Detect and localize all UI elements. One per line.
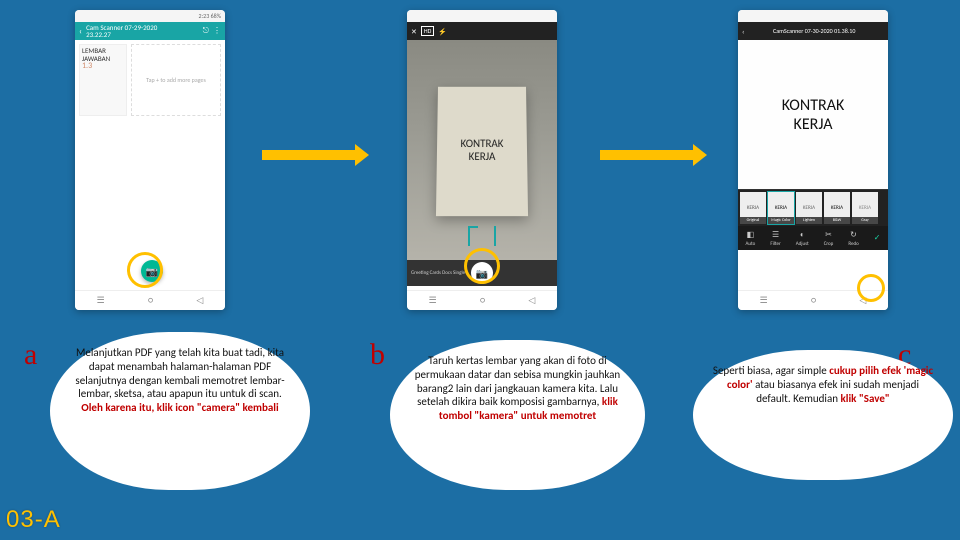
crop-icon: ✂ (825, 230, 832, 240)
arrow-a-to-b (262, 150, 357, 160)
thumb-hand: 1.3 (82, 62, 124, 71)
back-nav-icon[interactable]: ◁ (528, 295, 535, 306)
caption-a-text: Melanjutkan PDF yang telah kita buat tad… (75, 346, 284, 400)
page-thumb-1[interactable]: LEMBAR JAWABAN 1.3 (79, 44, 127, 116)
doc-title: CamScanner 07-30-2020 01.38.10 (773, 27, 855, 35)
scan-app-bar: ‹ CamScanner 07-30-2020 01.38.10 (738, 22, 888, 40)
phone-screenshot-c: ‹ CamScanner 07-30-2020 01.38.10 KONTRAK… (738, 10, 888, 310)
filter-bw[interactable]: KERJAB&W (824, 192, 850, 224)
adjust-icon: ◐ (800, 230, 805, 240)
status-bar: 2:23 68% (75, 10, 225, 22)
check-icon: ✓ (874, 233, 881, 243)
app-bar: ‹ Cam Scanner 07-29-2020 23.22.27 ⎋ ⋮ (75, 22, 225, 40)
add-more-hint[interactable]: Tap + to add more pages (131, 44, 221, 116)
phone-screenshot-a: 2:23 68% ‹ Cam Scanner 07-29-2020 23.22.… (75, 10, 225, 310)
save-check[interactable]: ✓ (874, 233, 881, 243)
hd-toggle[interactable]: HD (421, 26, 434, 36)
filter-icon: ☰ (772, 230, 779, 240)
scan-line2: KERJA (794, 115, 833, 134)
auto-icon: ◧ (747, 230, 755, 240)
tool-row: ◧Auto ☰Filter ◐Adjust ✂Crop ↻Redo ✓ (738, 226, 888, 250)
caption-c-emphasis2: klik "Save" (841, 392, 890, 405)
redo-icon: ↻ (850, 230, 857, 240)
camera-viewfinder: KONTRAK KERJA (407, 40, 557, 260)
capture-modes[interactable]: Greeting Cards Docs Single (411, 270, 465, 276)
android-navbar: ☰ ○ ◁ (738, 290, 888, 310)
status-bar (407, 10, 557, 22)
caption-a-emphasis: Oleh karena itu, klik icon "camera" kemb… (81, 401, 278, 414)
tool-redo[interactable]: ↻Redo (848, 230, 858, 247)
home-icon[interactable]: ○ (480, 295, 485, 306)
tool-adjust[interactable]: ◐Adjust (796, 230, 809, 247)
tool-crop[interactable]: ✂Crop (824, 230, 834, 247)
recent-icon[interactable]: ☰ (760, 295, 768, 306)
camera-controls: Greeting Cards Docs Single 📷 (407, 260, 557, 286)
recent-icon[interactable]: ☰ (97, 295, 105, 306)
caption-bubble-a: Melanjutkan PDF yang telah kita buat tad… (50, 332, 310, 490)
filter-row: KERJAOriginal KERJAMagic Color KERJALigh… (738, 190, 888, 226)
caption-c-text2: atau biasanya efek ini sudah menjadi def… (753, 378, 919, 405)
arrow-b-to-c (600, 150, 695, 160)
home-icon[interactable]: ○ (148, 295, 153, 306)
step-label-b: b (370, 338, 385, 372)
back-nav-icon[interactable]: ◁ (859, 295, 866, 306)
thumb-text: LEMBAR JAWABAN (82, 47, 124, 62)
scanned-image: KONTRAK KERJA (738, 40, 888, 190)
back-nav-icon[interactable]: ◁ (196, 295, 203, 306)
step-label-a: a (24, 338, 37, 372)
page-number: 03-A (6, 506, 61, 534)
caption-bubble-b: Taruh kertas lembar yang akan di foto di… (390, 340, 645, 490)
status-bar (738, 10, 888, 22)
tool-auto[interactable]: ◧Auto (746, 230, 756, 247)
flash-icon[interactable]: ⚡ (438, 27, 447, 36)
caption-c-text: Seperti biasa, agar simple (713, 364, 829, 377)
filter-magic-color[interactable]: KERJAMagic Color (768, 192, 794, 224)
back-icon[interactable]: ‹ (79, 26, 82, 37)
caption-bubble-c: Seperti biasa, agar simple cukup pilih e… (693, 350, 953, 480)
paper-in-view: KONTRAK KERJA (436, 87, 528, 216)
home-icon[interactable]: ○ (811, 295, 816, 306)
shutter-button[interactable]: 📷 (471, 262, 493, 284)
android-navbar: ☰ ○ ◁ (407, 290, 557, 310)
share-icon[interactable]: ⎋ (203, 26, 209, 36)
tool-filter[interactable]: ☰Filter (770, 230, 780, 247)
camera-fab[interactable]: 📷 (141, 260, 163, 282)
phone-screenshot-b: ✕ HD ⚡ KONTRAK KERJA Greeting Cards Docs… (407, 10, 557, 310)
filter-lighten[interactable]: KERJALighten (796, 192, 822, 224)
recent-icon[interactable]: ☰ (429, 295, 437, 306)
more-icon[interactable]: ⋮ (213, 26, 221, 36)
filter-gray[interactable]: KERJAGray (852, 192, 878, 224)
paper-line1: KONTRAK (461, 137, 504, 150)
crop-guide-icon (468, 226, 496, 246)
scan-line1: KONTRAK (782, 96, 845, 115)
camera-top-bar: ✕ HD ⚡ (407, 22, 557, 40)
page-thumbnails: LEMBAR JAWABAN 1.3 Tap + to add more pag… (75, 40, 225, 120)
paper-line2: KERJA (469, 150, 496, 163)
doc-title: Cam Scanner 07-29-2020 23.22.27 (86, 24, 199, 38)
filter-original[interactable]: KERJAOriginal (740, 192, 766, 224)
android-navbar: ☰ ○ ◁ (75, 290, 225, 310)
back-icon[interactable]: ‹ (742, 27, 744, 36)
caption-b-text: Taruh kertas lembar yang akan di foto di… (415, 354, 620, 408)
close-icon[interactable]: ✕ (411, 27, 417, 36)
empty-body (75, 120, 225, 280)
